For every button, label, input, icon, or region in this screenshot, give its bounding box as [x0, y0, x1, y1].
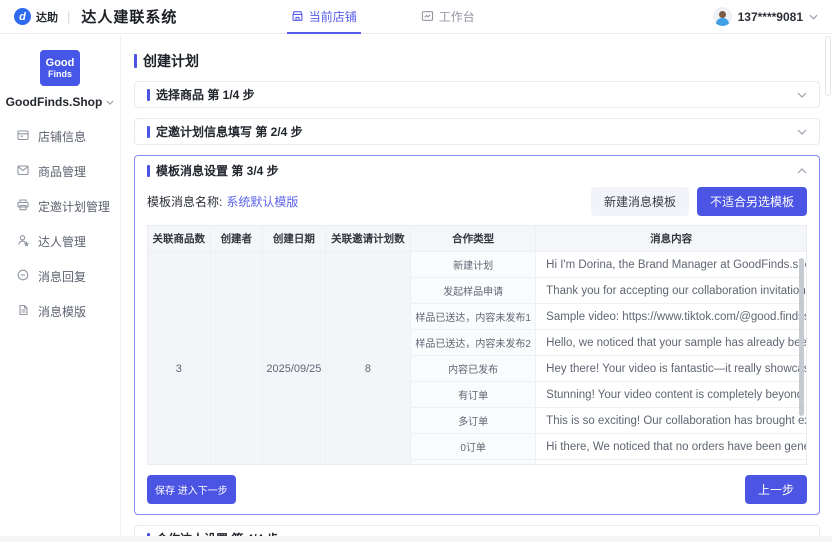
row-type: 多订单	[411, 408, 536, 434]
sidebar-item-message-template[interactable]: 消息模版	[0, 294, 120, 329]
col-header-creator: 创建者	[211, 226, 264, 252]
sidebar-item-creator-management[interactable]: 达人管理	[0, 224, 120, 259]
shop-info-icon	[16, 128, 30, 145]
row-content-partial	[536, 460, 806, 465]
section-step1-title: 选择商品 第 1/4 步	[147, 86, 255, 103]
chevron-down-icon	[106, 100, 114, 105]
brand: d 达助 | 达人建联系统	[14, 6, 177, 27]
row-type: 0订单	[411, 434, 536, 460]
page-scrollbar-thumb[interactable]	[825, 36, 831, 96]
plan-icon	[16, 198, 30, 215]
template-name-link[interactable]: 系统默认模版	[226, 193, 298, 210]
top-tabs: 当前店铺 工作台	[287, 0, 479, 34]
row-content: Thank you for accepting our collaboratio…	[536, 278, 806, 304]
template-name-label: 模板消息名称:	[147, 193, 222, 210]
col-header-coop-type: 合作类型	[411, 226, 536, 252]
row-content: Hi I'm Dorina, the Brand Manager at Good…	[536, 252, 806, 278]
chevron-down-icon	[809, 14, 818, 20]
shop-name: GoodFinds.Shop	[6, 95, 103, 109]
table-scrollbar-thumb[interactable]	[799, 258, 804, 416]
row-type: 有订单	[411, 382, 536, 408]
shop-switcher[interactable]: GoodFinds.Shop	[4, 95, 116, 109]
sidebar: Good Finds GoodFinds.Shop 店铺信息 商品管理	[0, 35, 121, 536]
user-phone: 137****9081	[738, 10, 803, 24]
row-type-partial	[411, 460, 536, 465]
row-content: Hey there! Your video is fantastic—it re…	[536, 356, 806, 382]
cell-creator	[211, 252, 264, 465]
tab-workbench-label: 工作台	[439, 8, 475, 25]
template-icon	[16, 303, 30, 320]
col-header-related-products: 关联商品数	[148, 226, 211, 252]
row-type: 样品已送达，内容未发布1	[411, 304, 536, 330]
page-bottom-strip	[0, 536, 832, 542]
workbench-icon	[421, 10, 434, 22]
step3-footer: 保存 进入下一步 上一步	[147, 475, 807, 504]
col-header-related-plans: 关联邀请计划数	[326, 226, 412, 252]
section-step3-header[interactable]: 模板消息设置 第 3/4 步	[147, 156, 807, 185]
tab-current-shop[interactable]: 当前店铺	[287, 0, 361, 34]
cell-related-products: 3	[148, 252, 211, 465]
sidebar-item-product-management[interactable]: 商品管理	[0, 154, 120, 189]
save-next-button[interactable]: 保存 进入下一步	[147, 475, 236, 504]
section-step4[interactable]: 合作达人设置 第 4/4 步	[134, 525, 820, 536]
previous-step-button[interactable]: 上一步	[745, 475, 807, 504]
row-type: 样品已送达，内容未发布2	[411, 330, 536, 356]
row-content: Stunning! Your video content is complete…	[536, 382, 806, 408]
brand-logo-text: 达助	[36, 9, 58, 25]
new-template-button[interactable]: 新建消息模板	[591, 187, 689, 216]
cell-related-plans: 8	[326, 252, 412, 465]
row-content: Hi there, We noticed that no orders have…	[536, 434, 806, 460]
tab-current-shop-label: 当前店铺	[309, 8, 357, 25]
reply-icon	[16, 268, 30, 285]
row-content: Sample video: https://www.tiktok.com/@go…	[536, 304, 806, 330]
section-step2-title: 定邀计划信息填写 第 2/4 步	[147, 123, 303, 140]
section-step1[interactable]: 选择商品 第 1/4 步	[134, 81, 820, 108]
row-content: Hello, we noticed that your sample has a…	[536, 330, 806, 356]
main-content: 创建计划 选择商品 第 1/4 步 定邀计划信息填写 第 2/4 步 模	[122, 35, 832, 536]
chevron-down-icon	[797, 92, 807, 98]
page-title: 创建计划	[134, 51, 820, 71]
template-name-row: 模板消息名称: 系统默认模版 新建消息模板 不适合另选模板	[147, 187, 807, 216]
top-header: d 达助 | 达人建联系统 当前店铺 工作台	[0, 0, 832, 34]
template-table: 关联商品数 创建者 创建日期 关联邀请计划数 合作类型 消息内容 3 2025/…	[147, 225, 807, 465]
user-menu[interactable]: 137****9081	[713, 7, 818, 26]
sidebar-menu: 店铺信息 商品管理 定邀计划管理 达人管理	[0, 119, 120, 329]
shop-logo: Good Finds	[40, 50, 80, 86]
app-root: d 达助 | 达人建联系统 当前店铺 工作台	[0, 0, 832, 536]
brand-logo-icon: d	[14, 8, 31, 25]
title-accent-bar	[134, 54, 137, 68]
row-content: This is so exciting! Our collaboration h…	[536, 408, 806, 434]
sidebar-item-invite-plan-management[interactable]: 定邀计划管理	[0, 189, 120, 224]
chevron-up-icon	[797, 168, 807, 174]
brand-divider: |	[67, 9, 70, 24]
row-type: 内容已发布	[411, 356, 536, 382]
row-type: 新建计划	[411, 252, 536, 278]
tab-workbench[interactable]: 工作台	[417, 0, 479, 34]
section-step3: 模板消息设置 第 3/4 步 模板消息名称: 系统默认模版 新建消息模板 不适合…	[134, 155, 820, 515]
sidebar-item-message-reply[interactable]: 消息回复	[0, 259, 120, 294]
section-step3-title: 模板消息设置 第 3/4 步	[147, 162, 279, 179]
creator-icon	[16, 233, 30, 250]
user-avatar	[713, 7, 732, 26]
chevron-down-icon	[797, 129, 807, 135]
product-icon	[16, 163, 30, 180]
cell-create-date: 2025/09/25	[263, 252, 326, 465]
row-type: 发起样品申请	[411, 278, 536, 304]
col-header-create-date: 创建日期	[263, 226, 326, 252]
col-header-message-content: 消息内容	[536, 226, 806, 252]
storefront-icon	[291, 10, 304, 22]
app-title: 达人建联系统	[81, 6, 177, 27]
section-step2[interactable]: 定邀计划信息填写 第 2/4 步	[134, 118, 820, 145]
choose-other-template-button[interactable]: 不适合另选模板	[697, 187, 807, 216]
sidebar-item-shop-info[interactable]: 店铺信息	[0, 119, 120, 154]
